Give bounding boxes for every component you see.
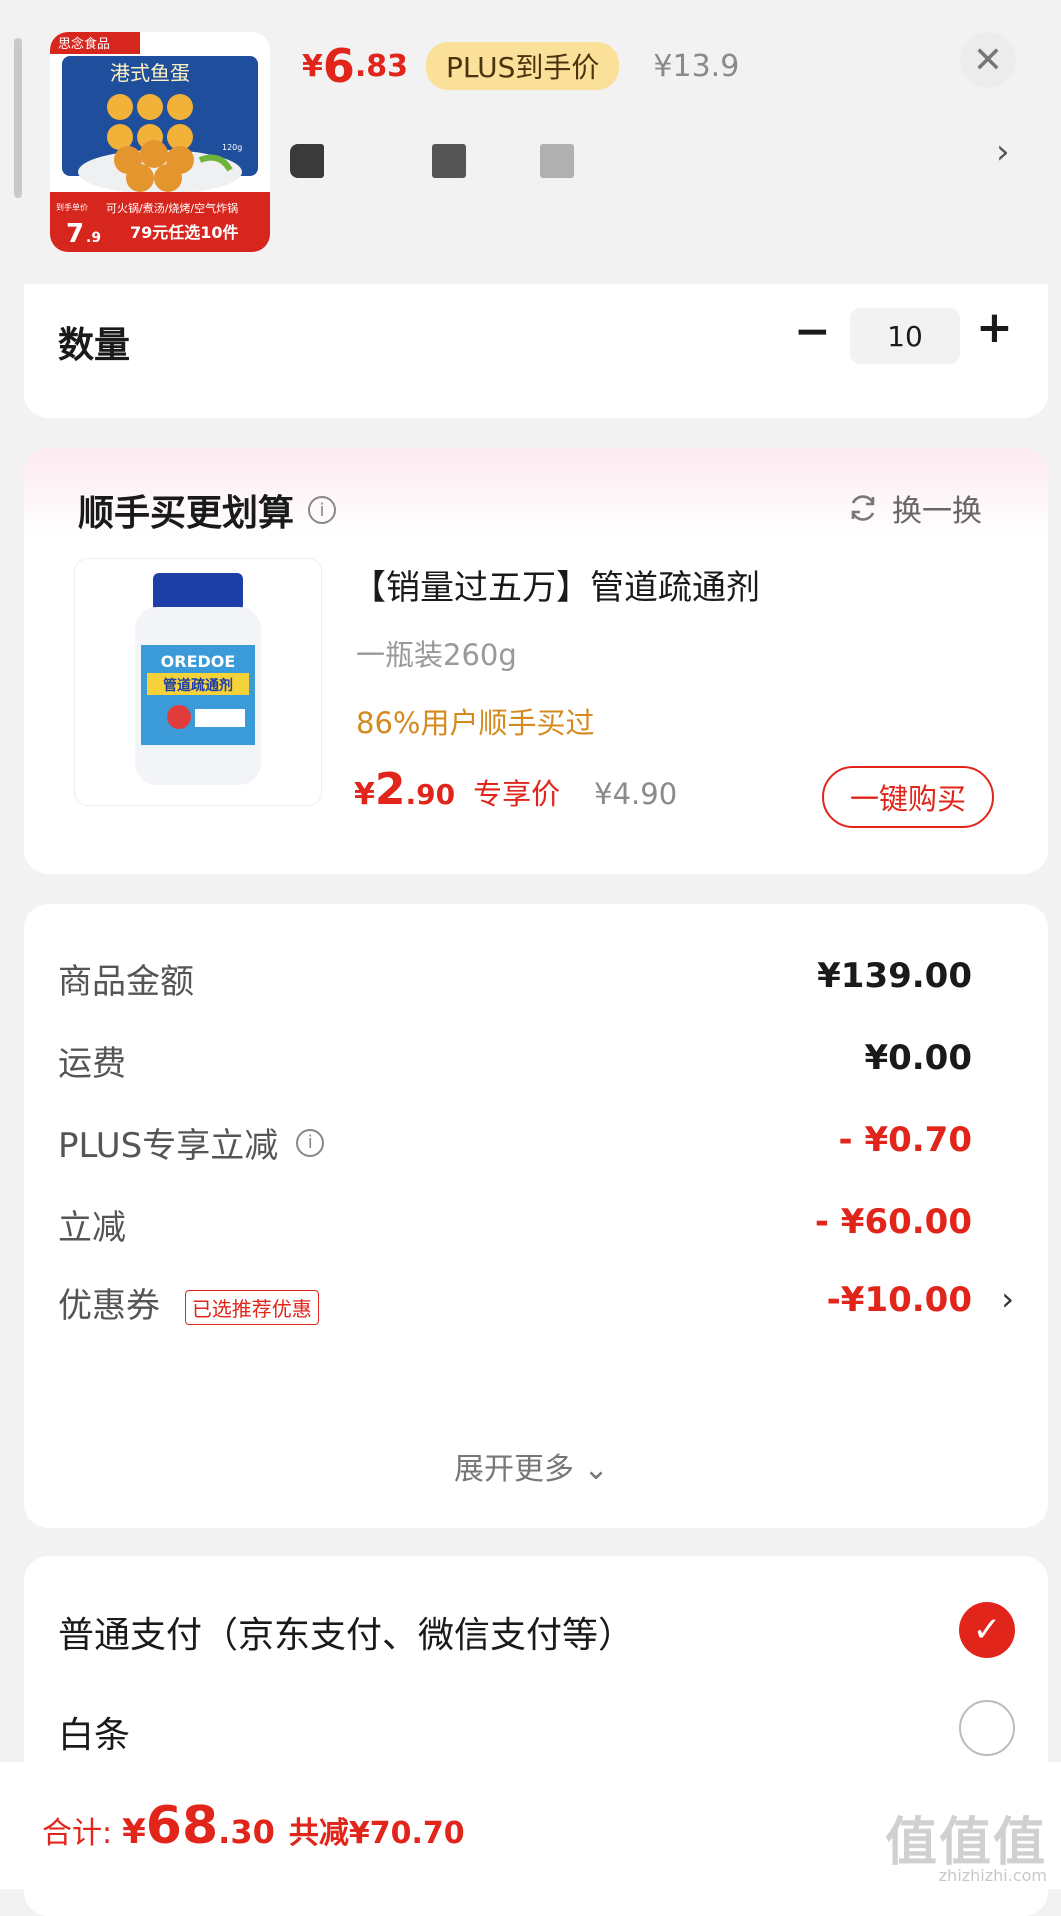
total-decimal: .30: [218, 1813, 275, 1851]
bundle-title: 顺手买更划算 i: [78, 484, 337, 536]
total-row: 合计: ¥ 68 .30 共减¥70.70: [42, 1796, 465, 1856]
quantity-input[interactable]: 10: [850, 308, 960, 364]
chevron-right-icon[interactable]: ›: [996, 132, 1010, 172]
quantity-decrease-button[interactable]: −: [794, 306, 831, 357]
total-integer: 68: [145, 1796, 219, 1856]
spec-option-1[interactable]: [290, 144, 324, 178]
bottle-brand: OREDOE: [161, 652, 236, 671]
thumb-price: 7: [66, 219, 84, 249]
shipping-value: ¥0.00: [864, 1038, 972, 1078]
instant-discount-label: 立减: [58, 1208, 126, 1248]
one-click-buy-button[interactable]: 一键购买: [822, 766, 994, 828]
thumb-title: 港式鱼蛋: [110, 61, 190, 85]
bundle-item-spec: 一瓶装260g: [356, 638, 517, 672]
info-icon[interactable]: i: [296, 1128, 325, 1157]
thumb-promo-line2: 79元任选10件: [130, 223, 239, 242]
total-symbol: ¥: [122, 1812, 146, 1852]
bundle-item-name[interactable]: 【销量过五万】管道疏通剂: [352, 560, 760, 609]
checkout-bar: 合计: ¥ 68 .30 共减¥70.70 值值值 zhizhizhi.com: [0, 1762, 1061, 1889]
refresh-icon: [851, 495, 875, 521]
coupon-tag: 已选推荐优惠: [184, 1290, 319, 1325]
plus-discount-label: PLUS专享立减: [58, 1126, 279, 1166]
watermark-url: zhizhizhi.com: [938, 1866, 1047, 1885]
chevron-right-icon[interactable]: ›: [1001, 1280, 1014, 1318]
subtotal-value: ¥139.00: [817, 956, 972, 996]
coupon-value[interactable]: -¥10.00: [827, 1280, 972, 1320]
bundle-original-price: ¥4.90: [594, 777, 678, 811]
original-price: ¥13.9: [653, 48, 740, 84]
payment-option-baitiao[interactable]: 白条: [58, 1706, 130, 1758]
thumb-price-dec: .9: [86, 230, 101, 246]
thumb-promo-line1: 可火锅/煮汤/烧烤/空气炸锅: [106, 201, 238, 215]
instant-discount-value: - ¥60.00: [814, 1202, 972, 1242]
payment-option-normal[interactable]: 普通支付（京东支付、微信支付等）: [58, 1606, 634, 1658]
scrollbar[interactable]: [14, 38, 22, 198]
bundle-price-integer: 2: [374, 764, 406, 815]
subtotal-label: 商品金额: [58, 962, 194, 1002]
thumb-brand: 思念食品: [58, 36, 110, 52]
total-label: 合计:: [42, 1816, 113, 1851]
quantity-increase-button[interactable]: +: [976, 302, 1013, 353]
price-symbol: ¥: [302, 48, 323, 84]
quantity-label: 数量: [58, 325, 131, 366]
coupon-row-label[interactable]: 优惠券 已选推荐优惠: [58, 1278, 319, 1327]
bundle-title-text: 顺手买更划算: [78, 493, 295, 534]
coupon-label: 优惠券: [58, 1286, 160, 1326]
refresh-button[interactable]: 换一换: [846, 486, 982, 530]
bundle-social-proof: 86%用户顺手买过: [356, 706, 595, 740]
shipping-label: 运费: [58, 1044, 126, 1084]
plus-price-badge: PLUS到手价: [426, 42, 620, 90]
quantity-card: 数量 − 10 +: [24, 284, 1048, 418]
info-icon[interactable]: i: [308, 496, 337, 524]
price-summary-card: 商品金额 ¥139.00 运费 ¥0.00 PLUS专享立减 i - ¥0.70…: [24, 904, 1048, 1528]
bottle-label: 管道疏通剂: [163, 677, 233, 694]
product-image: 思念食品 港式鱼蛋 120g 可火锅/煮汤/烧烤/空气炸锅 到手单价 7 .9 …: [50, 32, 270, 252]
bundle-price-decimal: .90: [405, 778, 456, 811]
refresh-label: 换一换: [892, 494, 982, 529]
spec-option-2[interactable]: [432, 144, 466, 178]
plus-discount-value: - ¥0.70: [838, 1120, 973, 1160]
close-icon: ✕: [972, 39, 1004, 81]
bundle-item-image[interactable]: OREDOE 管道疏通剂: [74, 558, 322, 806]
total-saved: 共减¥70.70: [288, 1816, 465, 1851]
bundle-price-row: ¥ 2 .90 专享价 ¥4.90: [354, 764, 677, 815]
price-decimal: .83: [354, 48, 409, 84]
price-integer: 6: [322, 39, 355, 93]
close-button[interactable]: ✕: [960, 32, 1016, 88]
radio-unchecked[interactable]: [959, 1700, 1015, 1756]
bundle-exclusive-label: 专享价: [473, 777, 561, 811]
plus-discount-row-label: PLUS专享立减 i: [58, 1118, 325, 1167]
spec-option-3[interactable]: [540, 144, 574, 178]
thumb-weight: 120g: [222, 143, 242, 152]
checkmark-icon[interactable]: ✓: [959, 1602, 1015, 1658]
thumb-price-caption: 到手单价: [56, 202, 88, 212]
bundle-price-symbol: ¥: [354, 777, 375, 812]
expand-more-button[interactable]: 展开更多 ⌄: [454, 1444, 609, 1488]
watermark: 值值值: [884, 1813, 1047, 1873]
product-price-row: ¥ 6 .83 PLUS到手价 ¥13.9: [302, 34, 739, 98]
bundle-recommendation-card: 顺手买更划算 i 换一换 OREDOE 管道疏通剂 【销量过五万】管道疏通剂 一…: [24, 448, 1048, 874]
